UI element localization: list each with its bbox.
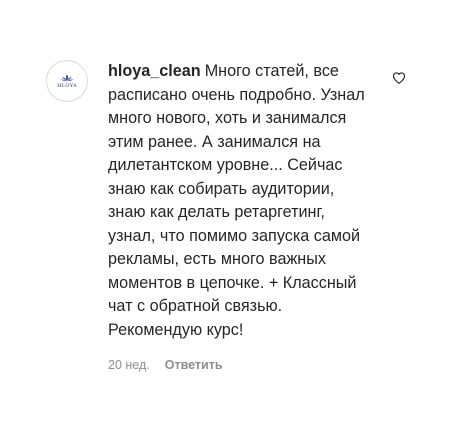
comment-text: Много статей, все расписано очень подроб…	[108, 62, 365, 339]
avatar-brand-text: HLOYA	[57, 82, 77, 89]
comment: HLOYA hloya_clean Много статей, все распи…	[0, 0, 452, 434]
reply-button[interactable]: Ответить	[165, 358, 223, 372]
comment-meta: 20 нед. Ответить	[108, 358, 223, 372]
comment-timestamp[interactable]: 20 нед.	[108, 358, 150, 372]
avatar[interactable]: HLOYA	[46, 60, 88, 102]
heart-outline-icon[interactable]	[392, 71, 406, 85]
comment-username[interactable]: hloya_clean	[108, 62, 201, 80]
comment-body: hloya_clean Много статей, все расписано о…	[108, 60, 376, 342]
lotus-logo-icon	[60, 74, 74, 81]
